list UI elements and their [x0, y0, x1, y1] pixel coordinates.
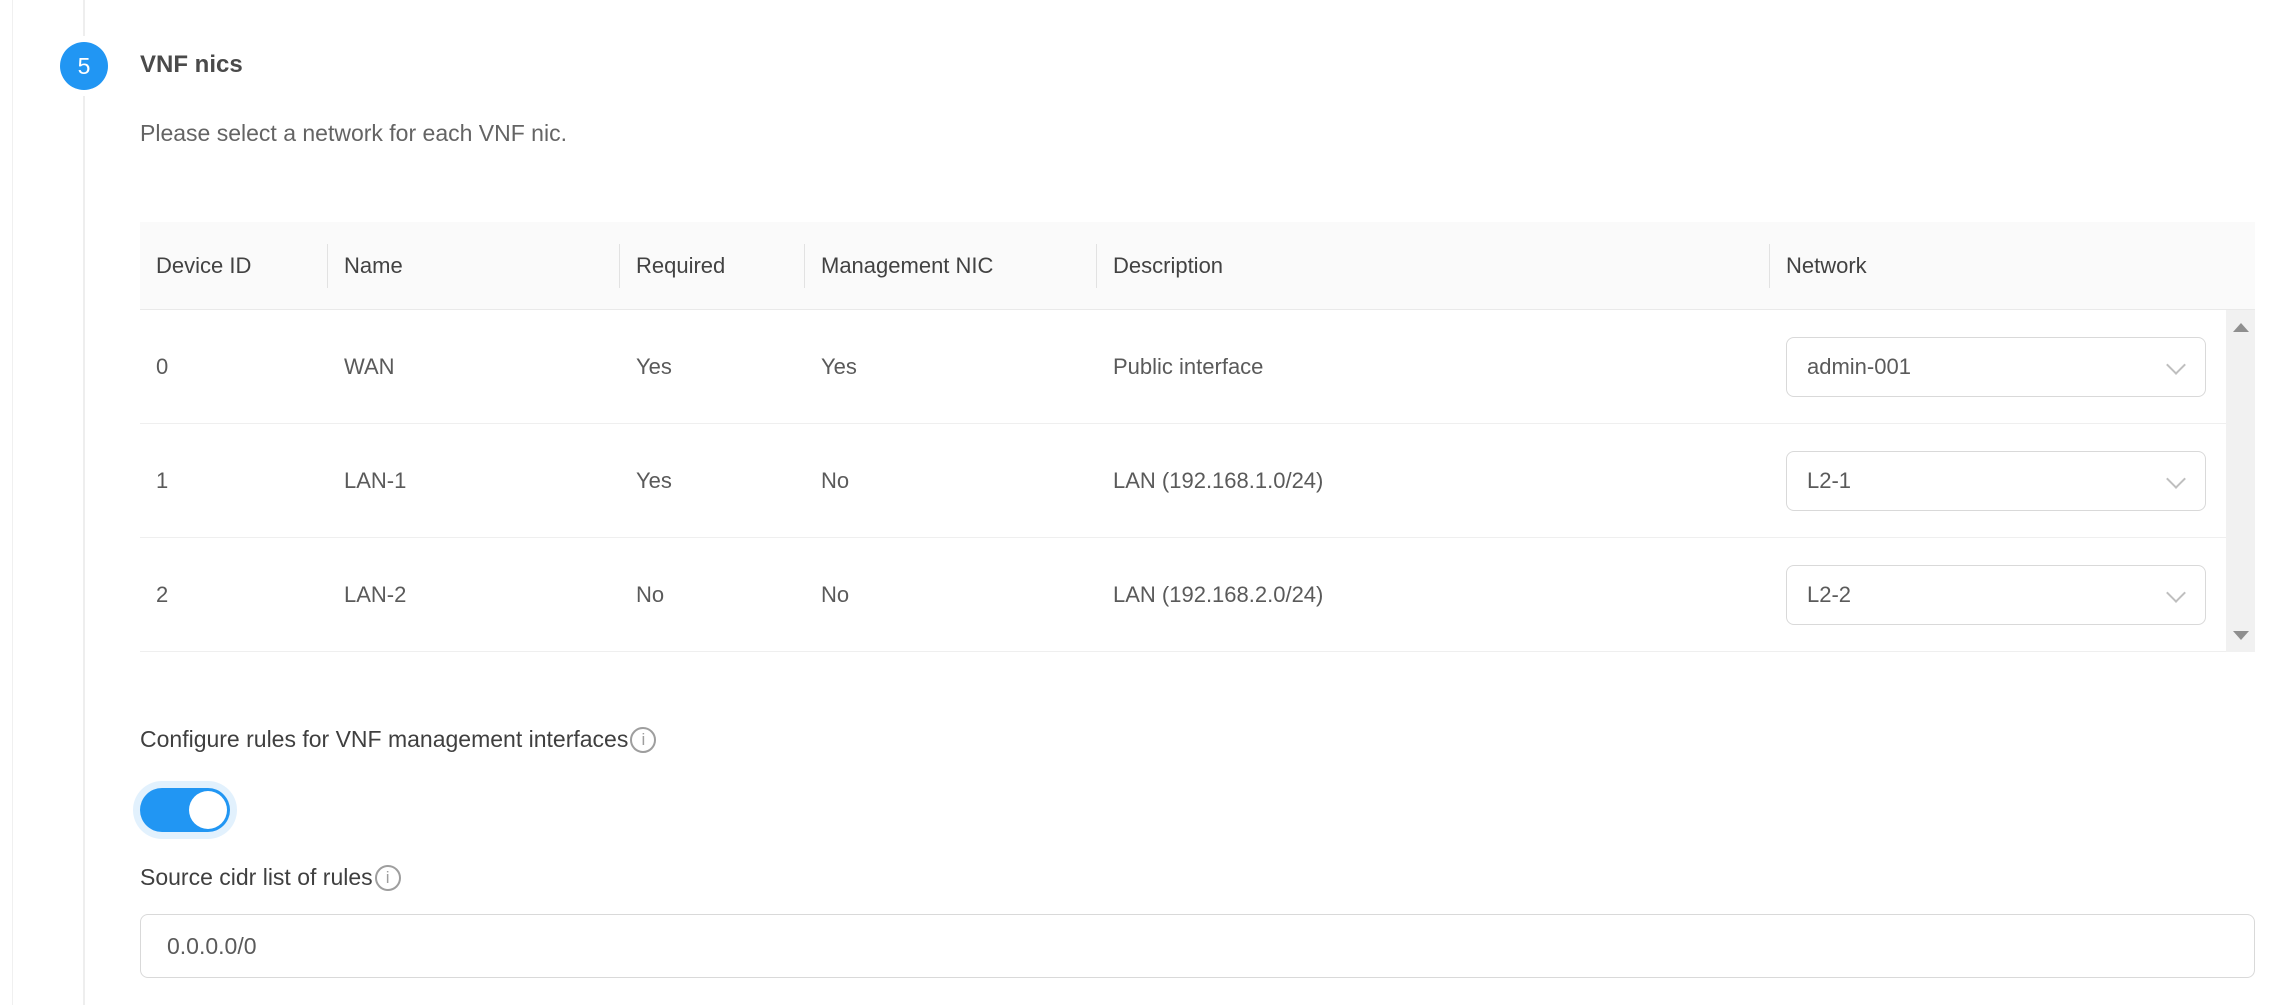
page-subtitle: Please select a network for each VNF nic…: [140, 120, 567, 147]
chevron-down-icon: [2166, 583, 2186, 603]
cell-management-nic: Yes: [805, 310, 1097, 423]
cell-network: L2-1: [1770, 424, 2226, 537]
vnf-nics-table: Device ID Name Required Management NIC D…: [140, 222, 2255, 652]
cell-device-id: 1: [140, 424, 328, 537]
cell-name: LAN-2: [328, 538, 620, 651]
column-header-device-id: Device ID: [140, 222, 328, 309]
cell-description: LAN (192.168.2.0/24): [1097, 538, 1770, 651]
column-header-network: Network: [1770, 222, 2255, 309]
vnf-nics-step-panel: 5 VNF nics Please select a network for e…: [0, 0, 2289, 1005]
source-cidr-label-row: Source cidr list of rules i: [140, 864, 401, 891]
configure-rules-label-row: Configure rules for VNF management inter…: [140, 726, 656, 753]
network-select[interactable]: L2-1: [1786, 451, 2206, 511]
cell-device-id: 2: [140, 538, 328, 651]
panel-left-border: [12, 0, 13, 1005]
scroll-down-button[interactable]: [2226, 618, 2255, 652]
cell-management-nic: No: [805, 538, 1097, 651]
step-indicator: 5: [60, 42, 108, 90]
column-header-name: Name: [328, 222, 620, 309]
info-circle-icon[interactable]: i: [630, 727, 656, 753]
step-number: 5: [78, 53, 91, 80]
column-header-required: Required: [620, 222, 805, 309]
configure-rules-label: Configure rules for VNF management inter…: [140, 726, 628, 753]
column-header-management-nic: Management NIC: [805, 222, 1097, 309]
chevron-down-icon: [2166, 355, 2186, 375]
scroll-up-button[interactable]: [2226, 310, 2255, 344]
cell-required: No: [620, 538, 805, 651]
cell-network: L2-2: [1770, 538, 2226, 651]
source-cidr-label: Source cidr list of rules: [140, 864, 373, 891]
table-body: 0 WAN Yes Yes Public interface admin-001…: [140, 310, 2226, 652]
network-select[interactable]: admin-001: [1786, 337, 2206, 397]
network-select-value: L2-1: [1807, 468, 1851, 494]
info-glyph: i: [386, 869, 390, 886]
network-select[interactable]: L2-2: [1786, 565, 2206, 625]
info-glyph: i: [641, 731, 645, 748]
column-header-description: Description: [1097, 222, 1770, 309]
step-connector-line-bottom: [83, 96, 85, 1005]
network-select-value: admin-001: [1807, 354, 1911, 380]
step-connector-line-top: [83, 0, 85, 36]
triangle-up-icon: [2233, 323, 2249, 332]
cell-name: LAN-1: [328, 424, 620, 537]
network-select-value: L2-2: [1807, 582, 1851, 608]
page-title: VNF nics: [140, 51, 243, 79]
cell-device-id: 0: [140, 310, 328, 423]
cell-required: Yes: [620, 310, 805, 423]
cell-description: Public interface: [1097, 310, 1770, 423]
cell-network: admin-001: [1770, 310, 2226, 423]
table-row: 0 WAN Yes Yes Public interface admin-001: [140, 310, 2226, 424]
chevron-down-icon: [2166, 469, 2186, 489]
cell-description: LAN (192.168.1.0/24): [1097, 424, 1770, 537]
cell-name: WAN: [328, 310, 620, 423]
cell-required: Yes: [620, 424, 805, 537]
info-circle-icon[interactable]: i: [375, 865, 401, 891]
cell-management-nic: No: [805, 424, 1097, 537]
table-row: 2 LAN-2 No No LAN (192.168.2.0/24) L2-2: [140, 538, 2226, 652]
table-header-row: Device ID Name Required Management NIC D…: [140, 222, 2255, 310]
source-cidr-input[interactable]: [140, 914, 2255, 978]
configure-rules-toggle[interactable]: [140, 788, 230, 832]
table-scrollbar[interactable]: [2226, 310, 2255, 652]
triangle-down-icon: [2233, 631, 2249, 640]
toggle-knob: [189, 791, 227, 829]
table-row: 1 LAN-1 Yes No LAN (192.168.1.0/24) L2-1: [140, 424, 2226, 538]
